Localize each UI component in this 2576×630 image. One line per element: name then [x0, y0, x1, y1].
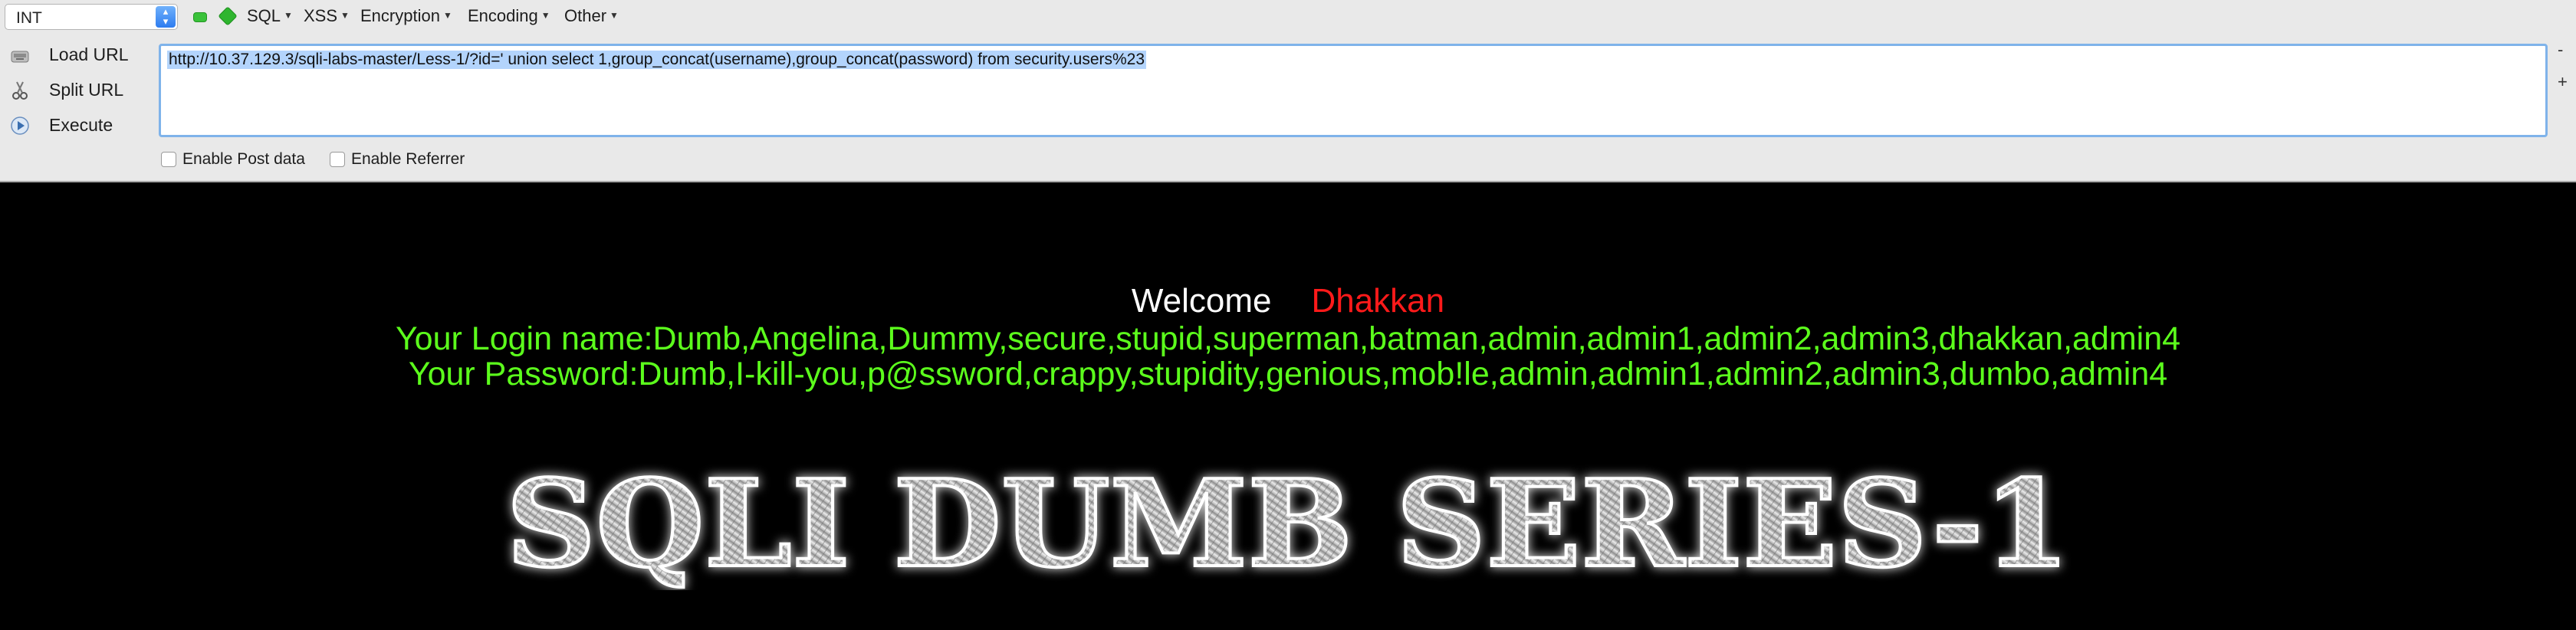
menu-encoding-label: Encoding: [468, 6, 538, 25]
url-input[interactable]: http://10.37.129.3/sqli-labs-master/Less…: [159, 44, 2548, 137]
checkbox-box[interactable]: [161, 152, 176, 167]
split-url-label: Split URL: [49, 80, 124, 100]
menu-other-label: Other: [564, 6, 607, 25]
hackbar-toolbar: INT ▴ ▾ SQL ▼ XSS ▼ Encryption ▼ Encoding ▼ O…: [0, 0, 2576, 182]
play-icon: [11, 116, 29, 135]
caret-down-icon: ▼: [442, 10, 452, 21]
scissors-icon: [12, 81, 28, 100]
menu-xss[interactable]: XSS ▼: [304, 6, 350, 26]
welcome-line: Welcome Dhakkan: [0, 282, 2576, 320]
caret-down-icon: ▼: [284, 10, 293, 21]
db-type-select[interactable]: INT ▴ ▾: [5, 4, 178, 30]
load-url-button[interactable]: Load URL: [0, 40, 153, 71]
expand-button[interactable]: +: [2558, 72, 2568, 92]
menu-encryption-label: Encryption: [360, 6, 440, 25]
enable-post-checkbox[interactable]: Enable Post data: [161, 150, 305, 169]
banner-text: SQLI DUMB SERIES-1: [506, 454, 2070, 590]
menu-encoding[interactable]: Encoding ▼: [468, 6, 550, 26]
menu-encryption[interactable]: Encryption ▼: [360, 6, 452, 26]
user-name: Dhakkan: [1311, 282, 1445, 320]
passwords: Your Password:Dumb,I-kill-you,p@ssword,c…: [408, 356, 2168, 392]
menu-sql[interactable]: SQL ▼: [247, 6, 293, 26]
hackbar-menu-row: INT ▴ ▾ SQL ▼ XSS ▼ Encryption ▼ Encoding ▼ O…: [0, 0, 2576, 35]
checkbox-box[interactable]: [330, 152, 345, 167]
welcome-text: Welcome: [1131, 282, 1272, 320]
caret-down-icon: ▼: [340, 10, 350, 21]
series-banner: SQLI DUMB SERIES-1: [460, 452, 2116, 596]
plus-green-icon[interactable]: [218, 6, 238, 26]
page-content: Welcome Dhakkan Your Login name:Dumb,Ange…: [0, 182, 2576, 630]
enable-referrer-checkbox[interactable]: Enable Referrer: [330, 150, 465, 169]
banner-graphic: SQLI DUMB SERIES-1: [504, 452, 2072, 596]
enable-post-label: Enable Post data: [182, 150, 305, 168]
enable-referrer-label: Enable Referrer: [351, 150, 465, 168]
caret-down-icon: ▼: [610, 10, 619, 21]
menu-other[interactable]: Other ▼: [564, 6, 619, 26]
db-type-value: INT: [16, 9, 42, 27]
menu-xss-label: XSS: [304, 6, 338, 25]
caret-down-icon: ▼: [540, 10, 550, 21]
split-url-button[interactable]: Split URL: [0, 75, 153, 106]
url-text: http://10.37.129.3/sqli-labs-master/Less…: [167, 51, 1147, 69]
chevron-updown-icon[interactable]: ▴ ▾: [156, 6, 176, 28]
login-names: Your Login name:Dumb,Angelina,Dummy,secu…: [395, 320, 2181, 357]
execute-button[interactable]: Execute: [0, 110, 153, 141]
menu-sql-label: SQL: [247, 6, 281, 25]
minus-green-icon[interactable]: [193, 12, 207, 22]
load-url-icon: [11, 51, 29, 63]
shrink-button[interactable]: -: [2558, 40, 2563, 60]
execute-label: Execute: [49, 115, 113, 135]
load-url-label: Load URL: [49, 44, 129, 64]
